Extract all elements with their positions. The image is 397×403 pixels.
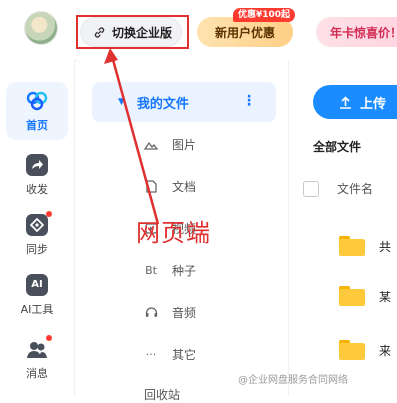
annotation-label: 网页端 xyxy=(136,219,211,247)
watermark: @企业网盘服务合同网络 xyxy=(238,375,348,386)
annotation-arrow xyxy=(104,48,160,225)
